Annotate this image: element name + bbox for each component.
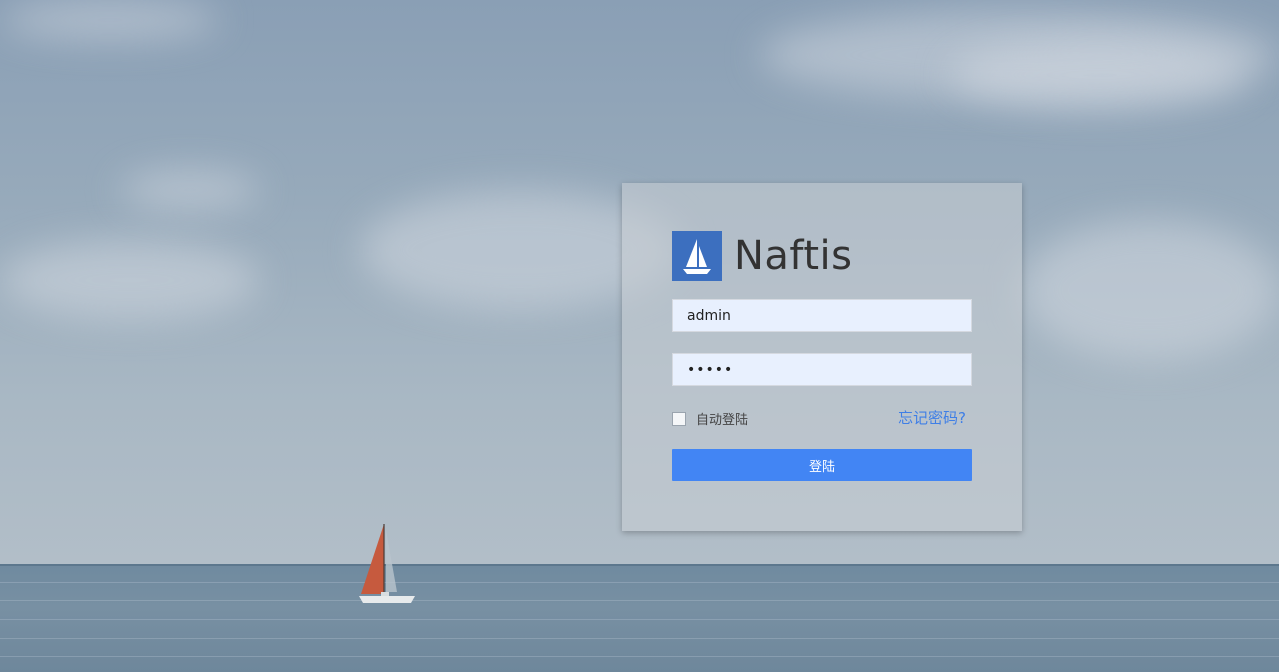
remember-checkbox[interactable] — [672, 411, 686, 426]
cloud — [1020, 220, 1279, 360]
sea — [0, 564, 1279, 672]
login-options: 自动登陆 忘记密码? — [672, 407, 972, 429]
sailboat-image — [359, 524, 415, 603]
background-scene: Naftis 自动登陆 忘记密码? 登陆 — [0, 0, 1279, 672]
login-button[interactable]: 登陆 — [672, 449, 972, 481]
cloud — [0, 240, 260, 320]
cloud — [120, 170, 260, 210]
cloud — [0, 0, 220, 40]
forgot-password-link[interactable]: 忘记密码? — [898, 407, 966, 428]
password-input[interactable] — [672, 353, 972, 386]
remember-me[interactable]: 自动登陆 — [672, 409, 748, 428]
brand: Naftis — [672, 231, 852, 281]
remember-label: 自动登陆 — [696, 413, 749, 428]
sailboat-icon — [672, 231, 722, 281]
login-panel: Naftis 自动登陆 忘记密码? 登陆 — [622, 183, 1022, 531]
username-input[interactable] — [672, 299, 972, 332]
cloud — [950, 40, 1250, 110]
brand-name: Naftis — [734, 233, 853, 279]
